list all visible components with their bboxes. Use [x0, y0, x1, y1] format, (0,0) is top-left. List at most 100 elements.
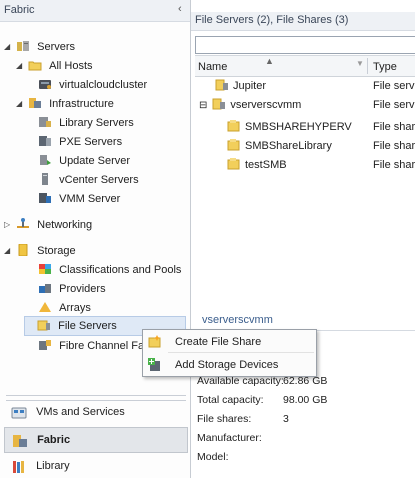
- expander-icon[interactable]: ◢: [4, 38, 13, 56]
- content-header: File Servers (2), File Shares (3): [191, 12, 415, 31]
- navigation-header: Fabric ‹: [0, 0, 190, 22]
- tree-item-infrastructure[interactable]: ◢ Infrastructure: [16, 95, 114, 113]
- tree-item-label: Providers: [59, 283, 106, 296]
- tree-item-label: Update Server: [59, 155, 131, 168]
- table-row[interactable]: SMBShareLibrary File share: [195, 137, 415, 156]
- tree-item-arrays[interactable]: Arrays: [26, 299, 91, 317]
- library-server-icon: [38, 116, 52, 128]
- library-icon: [11, 459, 27, 474]
- detail-label: Model:: [197, 451, 229, 463]
- menu-item-create-file-share[interactable]: Create File Share: [143, 331, 316, 353]
- detail-label: Manufacturer:: [197, 432, 262, 444]
- workspace-label: VMs and Services: [36, 406, 125, 418]
- tree-item-label: PXE Servers: [59, 136, 123, 149]
- table-row[interactable]: ⊟ vserverscvmm File serve: [195, 96, 415, 115]
- table-row[interactable]: testSMB File share: [195, 156, 415, 175]
- expander-icon[interactable]: ◢: [4, 242, 13, 260]
- tree-item-providers[interactable]: Providers: [26, 280, 106, 298]
- collapse-pane-icon[interactable]: ‹: [178, 3, 182, 15]
- tree-item-update-server[interactable]: Update Server: [26, 152, 130, 170]
- file-share-icon: [227, 120, 241, 132]
- update-server-icon: [38, 154, 52, 166]
- add-storage-devices-icon: [148, 358, 162, 372]
- fabric-icon: [12, 433, 28, 448]
- tree-item-vmm-server[interactable]: VMM Server: [26, 190, 120, 208]
- column-filter-icon[interactable]: ▼: [356, 53, 364, 73]
- tree-item-servers[interactable]: ◢ Servers: [4, 38, 75, 56]
- tree-item-label: File Servers: [58, 320, 117, 333]
- tree-item-label: Infrastructure: [49, 98, 114, 111]
- arrays-icon: [38, 301, 52, 313]
- search-input[interactable]: [195, 36, 415, 54]
- tree-item-networking[interactable]: ▷ Networking: [4, 216, 92, 234]
- table-row[interactable]: SMBSHAREHYPERV File share: [195, 118, 415, 137]
- vmm-server-icon: [38, 192, 52, 204]
- workspace-label: Library: [36, 460, 70, 472]
- fibre-channel-icon: [38, 339, 52, 351]
- infrastructure-icon: [28, 97, 42, 109]
- detail-model: Model:: [197, 448, 229, 466]
- tree-item-label: Servers: [37, 41, 76, 54]
- row-name: SMBSHAREHYPERV: [245, 121, 352, 133]
- tree-item-library-servers[interactable]: Library Servers: [26, 114, 134, 132]
- row-name: Jupiter: [233, 80, 267, 92]
- pxe-server-icon: [38, 135, 52, 147]
- sort-ascending-icon: ▲: [265, 56, 274, 66]
- tree-item-virtualcloudcluster[interactable]: virtualcloudcluster: [26, 76, 147, 94]
- workspace-library[interactable]: Library: [4, 454, 186, 478]
- providers-icon: [38, 282, 52, 294]
- tree-item-label: Networking: [37, 219, 93, 232]
- file-share-icon: [227, 139, 241, 151]
- row-type: File serve: [373, 80, 415, 92]
- folder-icon: [28, 59, 42, 71]
- tree-item-label: Library Servers: [59, 117, 134, 130]
- detail-value: 98.00 GB: [283, 394, 328, 406]
- menu-separator: [168, 352, 314, 353]
- row-type: File share: [373, 121, 415, 133]
- row-name: SMBShareLibrary: [245, 140, 332, 152]
- tree-item-classifications[interactable]: Classifications and Pools: [26, 261, 181, 279]
- row-type: File share: [373, 140, 415, 152]
- navigation-title: Fabric: [4, 4, 35, 16]
- tree-item-label: virtualcloudcluster: [59, 79, 148, 92]
- tree-item-pxe-servers[interactable]: PXE Servers: [26, 133, 122, 151]
- context-menu: Create File Share Add Storage Devices: [142, 329, 317, 377]
- workspace-fabric[interactable]: Fabric: [4, 427, 188, 453]
- expander-icon[interactable]: ◢: [16, 95, 25, 113]
- servers-icon: [16, 40, 30, 52]
- tree-item-label: Storage: [37, 245, 76, 258]
- storage-icon: [16, 243, 30, 257]
- menu-item-label: Create File Share: [175, 336, 262, 348]
- file-server-icon: [215, 79, 229, 91]
- column-header-type[interactable]: Type: [373, 56, 397, 76]
- cluster-icon: [38, 78, 52, 90]
- detail-total-capacity: Total capacity: 98.00 GB: [197, 391, 327, 409]
- expander-icon[interactable]: ▷: [4, 216, 13, 234]
- row-name: vserverscvmm: [230, 99, 302, 111]
- menu-item-add-storage-devices[interactable]: Add Storage Devices: [143, 354, 316, 376]
- row-name: testSMB: [245, 159, 287, 171]
- table-row[interactable]: Jupiter File serve: [195, 77, 415, 96]
- tree-item-label: vCenter Servers: [59, 174, 139, 187]
- content-title: File Servers (2), File Shares (3): [195, 14, 349, 26]
- tree-item-label: VMM Server: [59, 193, 121, 206]
- collapse-row-icon[interactable]: ⊟: [199, 100, 207, 111]
- detail-label: File shares:: [197, 413, 252, 425]
- menu-item-label: Add Storage Devices: [175, 359, 279, 371]
- column-header-name[interactable]: Name: [198, 56, 227, 76]
- tree-item-storage[interactable]: ◢ Storage: [4, 242, 76, 260]
- create-file-share-icon: [148, 335, 162, 349]
- detail-label: Total capacity:: [197, 394, 264, 406]
- detail-file-shares: File shares: 3: [197, 410, 289, 428]
- tree-item-vcenter-servers[interactable]: vCenter Servers: [26, 171, 139, 189]
- workspace-vms-and-services[interactable]: VMs and Services: [4, 400, 186, 424]
- tree-item-label: Classifications and Pools: [59, 264, 182, 277]
- networking-icon: [16, 218, 30, 230]
- expander-icon[interactable]: ◢: [16, 57, 25, 75]
- file-share-icon: [227, 158, 241, 170]
- workspace-label: Fabric: [37, 434, 71, 446]
- tree-item-all-hosts[interactable]: ◢ All Hosts: [16, 57, 93, 75]
- classifications-icon: [38, 263, 52, 275]
- vms-and-services-icon: [11, 405, 27, 419]
- details-title: vserverscvmm: [202, 314, 273, 326]
